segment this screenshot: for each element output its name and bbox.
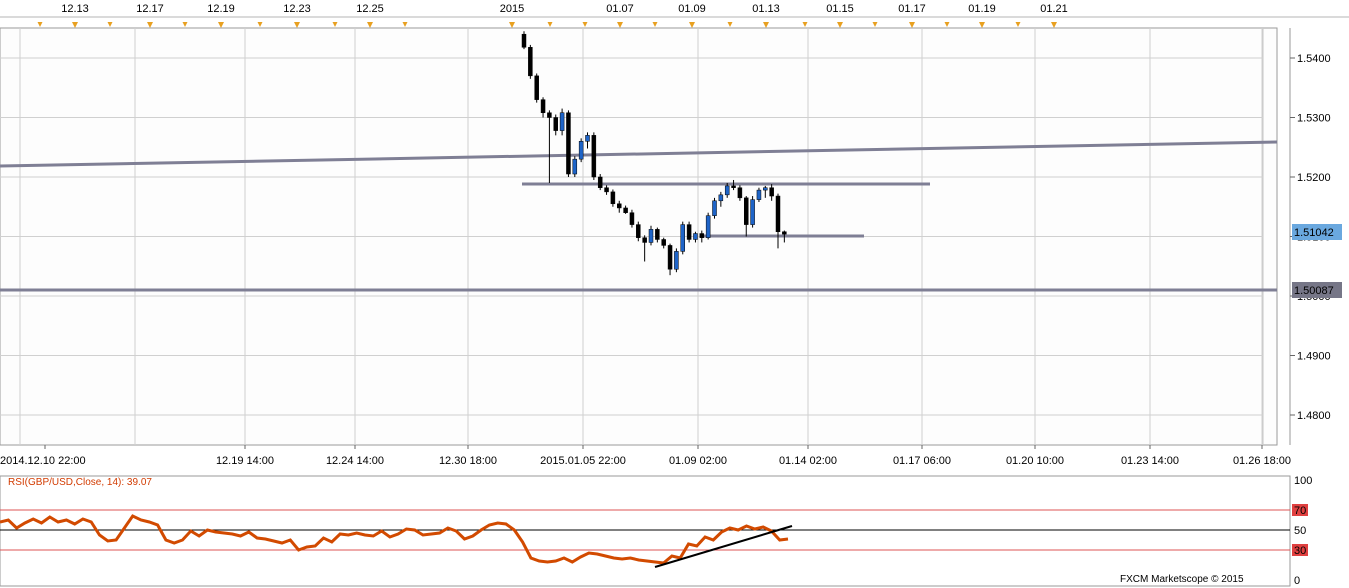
top-date-tick: 2015	[500, 3, 524, 15]
top-date-tick: 12.19	[207, 3, 235, 15]
date-marker-icon	[37, 22, 43, 27]
rsi-title: RSI(GBP/USD,Close, 14): 39.07	[8, 477, 152, 488]
bottom-date-axis: 2014.12.10 22:00 12.19 14:00 12.24 14:00 12…	[0, 445, 1291, 467]
rsi-tick-label: 70	[1294, 505, 1306, 517]
bottom-date-tick: 01.23 14:00	[1121, 455, 1179, 467]
rsi-tick-label: 50	[1294, 525, 1306, 537]
price-axis: 1.54001.53001.52001.51001.50001.49001.48…	[1289, 28, 1342, 445]
candle	[712, 197, 717, 219]
date-marker-icon	[802, 22, 808, 27]
bottom-date-tick: 01.26 18:00	[1233, 455, 1291, 467]
current-price-label: 1.51042	[1294, 227, 1334, 239]
bottom-date-tick: 01.09 02:00	[669, 455, 727, 467]
date-marker-icon	[107, 22, 113, 27]
date-marker-icon	[332, 22, 338, 27]
date-marker-icon	[294, 22, 300, 28]
top-date-tick: 12.13	[61, 3, 89, 15]
date-marker-icon	[147, 22, 153, 28]
date-marker-icon	[652, 22, 658, 27]
price-chart[interactable]: 12.13 12.17 12.19 12.23 12.25 2015 01.07 01.09 0…	[0, 0, 1349, 588]
date-marker-icon	[1015, 22, 1021, 27]
date-marker-icon	[257, 22, 263, 27]
date-marker-icon	[617, 22, 623, 28]
candle	[674, 248, 679, 273]
top-date-tick: 12.17	[136, 3, 164, 15]
date-marker-icon	[944, 22, 950, 27]
bottom-date-tick: 01.17 06:00	[893, 455, 951, 467]
date-marker-icon	[72, 22, 78, 28]
price-tick-label: 1.4900	[1297, 351, 1331, 363]
top-date-tick: 12.25	[356, 3, 384, 15]
top-date-tick: 01.09	[678, 3, 706, 15]
top-date-tick: 01.13	[752, 3, 780, 15]
candle	[756, 187, 762, 202]
date-marker-icon	[582, 22, 588, 27]
rsi-tick-label: 0	[1294, 575, 1300, 587]
line-price-label: 1.50087	[1294, 285, 1334, 297]
candle	[566, 110, 571, 177]
bottom-date-tick: 12.19 14:00	[216, 455, 274, 467]
price-tick-label: 1.4800	[1297, 410, 1331, 422]
date-marker-icon	[727, 22, 733, 27]
price-plot-area[interactable]	[0, 27, 1278, 446]
bottom-date-tick: 2014.12.10 22:00	[0, 455, 86, 467]
bottom-date-tick: 12.24 14:00	[326, 455, 384, 467]
date-marker-icon	[182, 22, 188, 27]
date-marker-icon	[689, 22, 695, 28]
date-marker-icon	[979, 22, 985, 28]
top-date-tick: 12.23	[283, 3, 311, 15]
rsi-tick-label: 30	[1294, 545, 1306, 557]
date-marker-icon	[872, 22, 878, 27]
candle	[572, 156, 578, 177]
date-marker-icon	[837, 22, 843, 28]
top-date-axis: 12.13 12.17 12.19 12.23 12.25 2015 01.07 01.09 0…	[0, 0, 1349, 28]
footer-credit: FXCM Marketscope © 2015	[1120, 574, 1244, 585]
rsi-tick-label: 100	[1294, 475, 1312, 487]
bottom-date-tick: 01.14 02:00	[779, 455, 837, 467]
date-marker-icon	[909, 22, 915, 28]
date-marker-icon	[763, 22, 769, 28]
candle	[680, 221, 685, 255]
top-date-tick: 01.15	[826, 3, 854, 15]
candle	[750, 196, 755, 228]
candle	[528, 44, 533, 79]
date-marker-icon	[509, 22, 515, 28]
rsi-panel[interactable]: RSI(GBP/USD,Close, 14): 39.07 100 70 50 30 0…	[0, 475, 1312, 587]
current-price-tag: 1.51042	[1292, 224, 1342, 240]
date-marker-icon	[547, 22, 553, 27]
date-marker-icon	[1051, 22, 1057, 28]
price-tick-label: 1.5200	[1297, 172, 1331, 184]
price-tick-label: 1.5300	[1297, 113, 1331, 125]
bottom-date-tick: 2015.01.05 22:00	[540, 455, 626, 467]
top-date-tick: 01.17	[898, 3, 926, 15]
candle	[686, 221, 692, 243]
date-marker-icon	[218, 22, 224, 28]
top-date-tick: 01.07	[606, 3, 634, 15]
date-marker-icon	[402, 22, 408, 27]
line-price-tag: 1.50087	[1292, 282, 1342, 298]
bottom-date-tick: 01.20 10:00	[1006, 455, 1064, 467]
bottom-date-tick: 12.30 18:00	[439, 455, 497, 467]
candle	[591, 132, 597, 180]
candle	[534, 73, 539, 103]
date-marker-icon	[367, 22, 373, 28]
candle	[578, 138, 584, 163]
top-date-tick: 01.21	[1040, 3, 1068, 15]
top-date-tick: 01.19	[968, 3, 996, 15]
price-tick-label: 1.5400	[1297, 53, 1331, 65]
candle	[705, 212, 711, 240]
